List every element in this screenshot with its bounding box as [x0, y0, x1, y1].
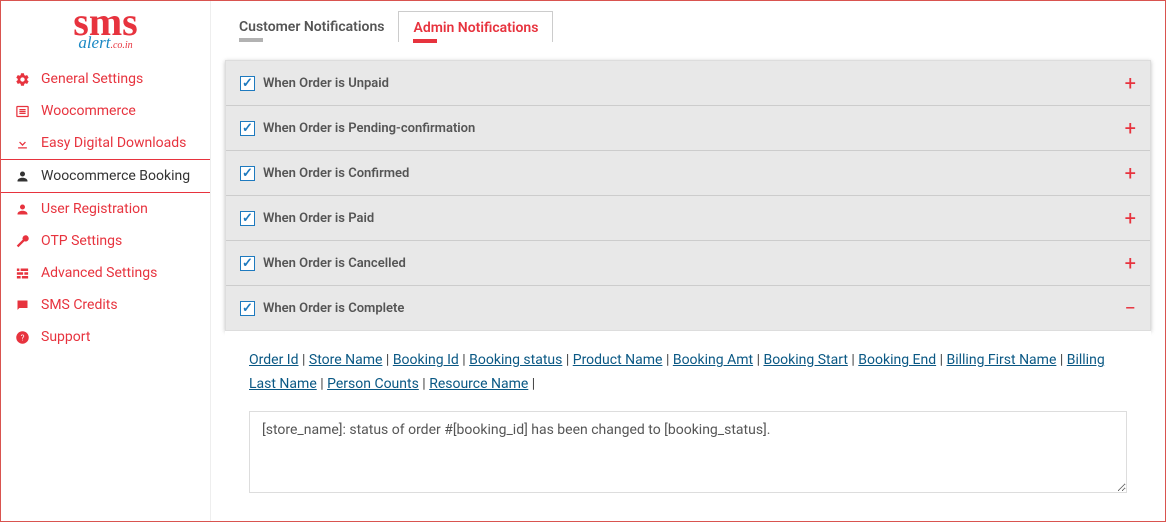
accordion-body-complete: Order Id | Store Name | Booking Id | Boo… — [225, 331, 1151, 503]
enable-checkbox[interactable] — [240, 121, 255, 136]
expand-icon[interactable]: + — [1125, 163, 1136, 183]
enable-checkbox[interactable] — [240, 256, 255, 271]
accordion-item-pending[interactable]: When Order is Pending-confirmation + — [226, 105, 1150, 150]
sidebar-item-label: User Registration — [41, 201, 148, 217]
brand-logo: sms alert.co.in — [1, 1, 210, 63]
sidebar-item-label: General Settings — [41, 71, 143, 87]
accordion-title: When Order is Pending-confirmation — [263, 121, 475, 136]
tabs: Customer Notifications Admin Notificatio… — [225, 11, 1151, 42]
accordion-title: When Order is Cancelled — [263, 256, 406, 271]
sidebar-item-user-registration[interactable]: User Registration — [1, 193, 210, 225]
sidebar-item-label: OTP Settings — [41, 233, 122, 249]
token-list: Order Id | Store Name | Booking Id | Boo… — [249, 349, 1127, 397]
sidebar-item-sms-credits[interactable]: SMS Credits — [1, 289, 210, 321]
tab-label: Customer Notifications — [239, 19, 384, 35]
sidebar-item-label: Woocommerce — [41, 103, 136, 119]
sidebar-item-label: Support — [41, 329, 90, 345]
sidebar-item-general-settings[interactable]: General Settings — [1, 63, 210, 95]
collapse-icon[interactable]: − — [1125, 298, 1136, 318]
expand-icon[interactable]: + — [1125, 208, 1136, 228]
token-link[interactable]: Person Counts — [327, 376, 419, 392]
accordion-item-paid[interactable]: When Order is Paid + — [226, 195, 1150, 240]
token-link[interactable]: Resource Name — [429, 376, 528, 392]
sidebar-item-advanced-settings[interactable]: Advanced Settings — [1, 257, 210, 289]
sidebar-item-label: Woocommerce Booking — [41, 168, 190, 184]
tab-admin-notifications[interactable]: Admin Notifications — [398, 11, 553, 42]
enable-checkbox[interactable] — [240, 166, 255, 181]
token-link[interactable]: Billing First Name — [947, 352, 1057, 368]
logo-tagline: alert.co.in — [78, 33, 132, 53]
sidebar-item-woocommerce-booking[interactable]: Woocommerce Booking — [1, 159, 210, 193]
accordion-title: When Order is Paid — [263, 211, 374, 226]
sidebar-nav: General Settings Woocommerce Easy Digita… — [1, 63, 210, 353]
sidebar-item-edd[interactable]: Easy Digital Downloads — [1, 127, 210, 159]
expand-icon[interactable]: + — [1125, 73, 1136, 93]
token-link[interactable]: Order Id — [249, 352, 299, 368]
tab-label: Admin Notifications — [413, 20, 538, 36]
sidebar-item-otp-settings[interactable]: OTP Settings — [1, 225, 210, 257]
token-link[interactable]: Booking status — [469, 352, 562, 368]
download-icon — [15, 136, 31, 151]
token-link[interactable]: Booking End — [858, 352, 936, 368]
wrench-icon — [15, 234, 31, 249]
sidebar-item-label: SMS Credits — [41, 297, 118, 313]
expand-icon[interactable]: + — [1125, 253, 1136, 273]
expand-icon[interactable]: + — [1125, 118, 1136, 138]
sidebar-item-label: Advanced Settings — [41, 265, 157, 281]
token-link[interactable]: Product Name — [573, 352, 663, 368]
accordion-item-cancelled[interactable]: When Order is Cancelled + — [226, 240, 1150, 285]
token-link[interactable]: Booking Id — [393, 352, 459, 368]
enable-checkbox[interactable] — [240, 301, 255, 316]
accordion-title: When Order is Confirmed — [263, 166, 409, 181]
help-icon: ? — [15, 330, 31, 345]
enable-checkbox[interactable] — [240, 76, 255, 91]
user-icon — [15, 202, 31, 217]
list-icon — [15, 104, 31, 119]
accordion-item-complete[interactable]: When Order is Complete − — [226, 285, 1150, 330]
svg-text:?: ? — [21, 332, 25, 342]
chat-icon — [15, 298, 31, 313]
gear-icon — [15, 72, 31, 87]
message-template-input[interactable] — [249, 411, 1127, 493]
sidebar-item-support[interactable]: ? Support — [1, 321, 210, 353]
accordion: When Order is Unpaid + When Order is Pen… — [225, 60, 1151, 331]
user-icon — [15, 169, 31, 184]
token-link[interactable]: Store Name — [309, 352, 383, 368]
accordion-item-confirmed[interactable]: When Order is Confirmed + — [226, 150, 1150, 195]
sidebar-item-label: Easy Digital Downloads — [41, 135, 186, 151]
accordion-item-unpaid[interactable]: When Order is Unpaid + — [226, 61, 1150, 105]
sidebar-item-woocommerce[interactable]: Woocommerce — [1, 95, 210, 127]
enable-checkbox[interactable] — [240, 211, 255, 226]
main-panel: Customer Notifications Admin Notificatio… — [211, 1, 1165, 521]
sidebar: sms alert.co.in General Settings Woocomm… — [1, 1, 211, 521]
accordion-title: When Order is Complete — [263, 301, 404, 316]
sliders-icon — [15, 266, 31, 281]
app-frame: sms alert.co.in General Settings Woocomm… — [0, 0, 1166, 522]
token-link[interactable]: Booking Start — [763, 352, 847, 368]
accordion-title: When Order is Unpaid — [263, 76, 389, 91]
token-link[interactable]: Booking Amt — [673, 352, 753, 368]
tab-customer-notifications[interactable]: Customer Notifications — [225, 11, 398, 42]
